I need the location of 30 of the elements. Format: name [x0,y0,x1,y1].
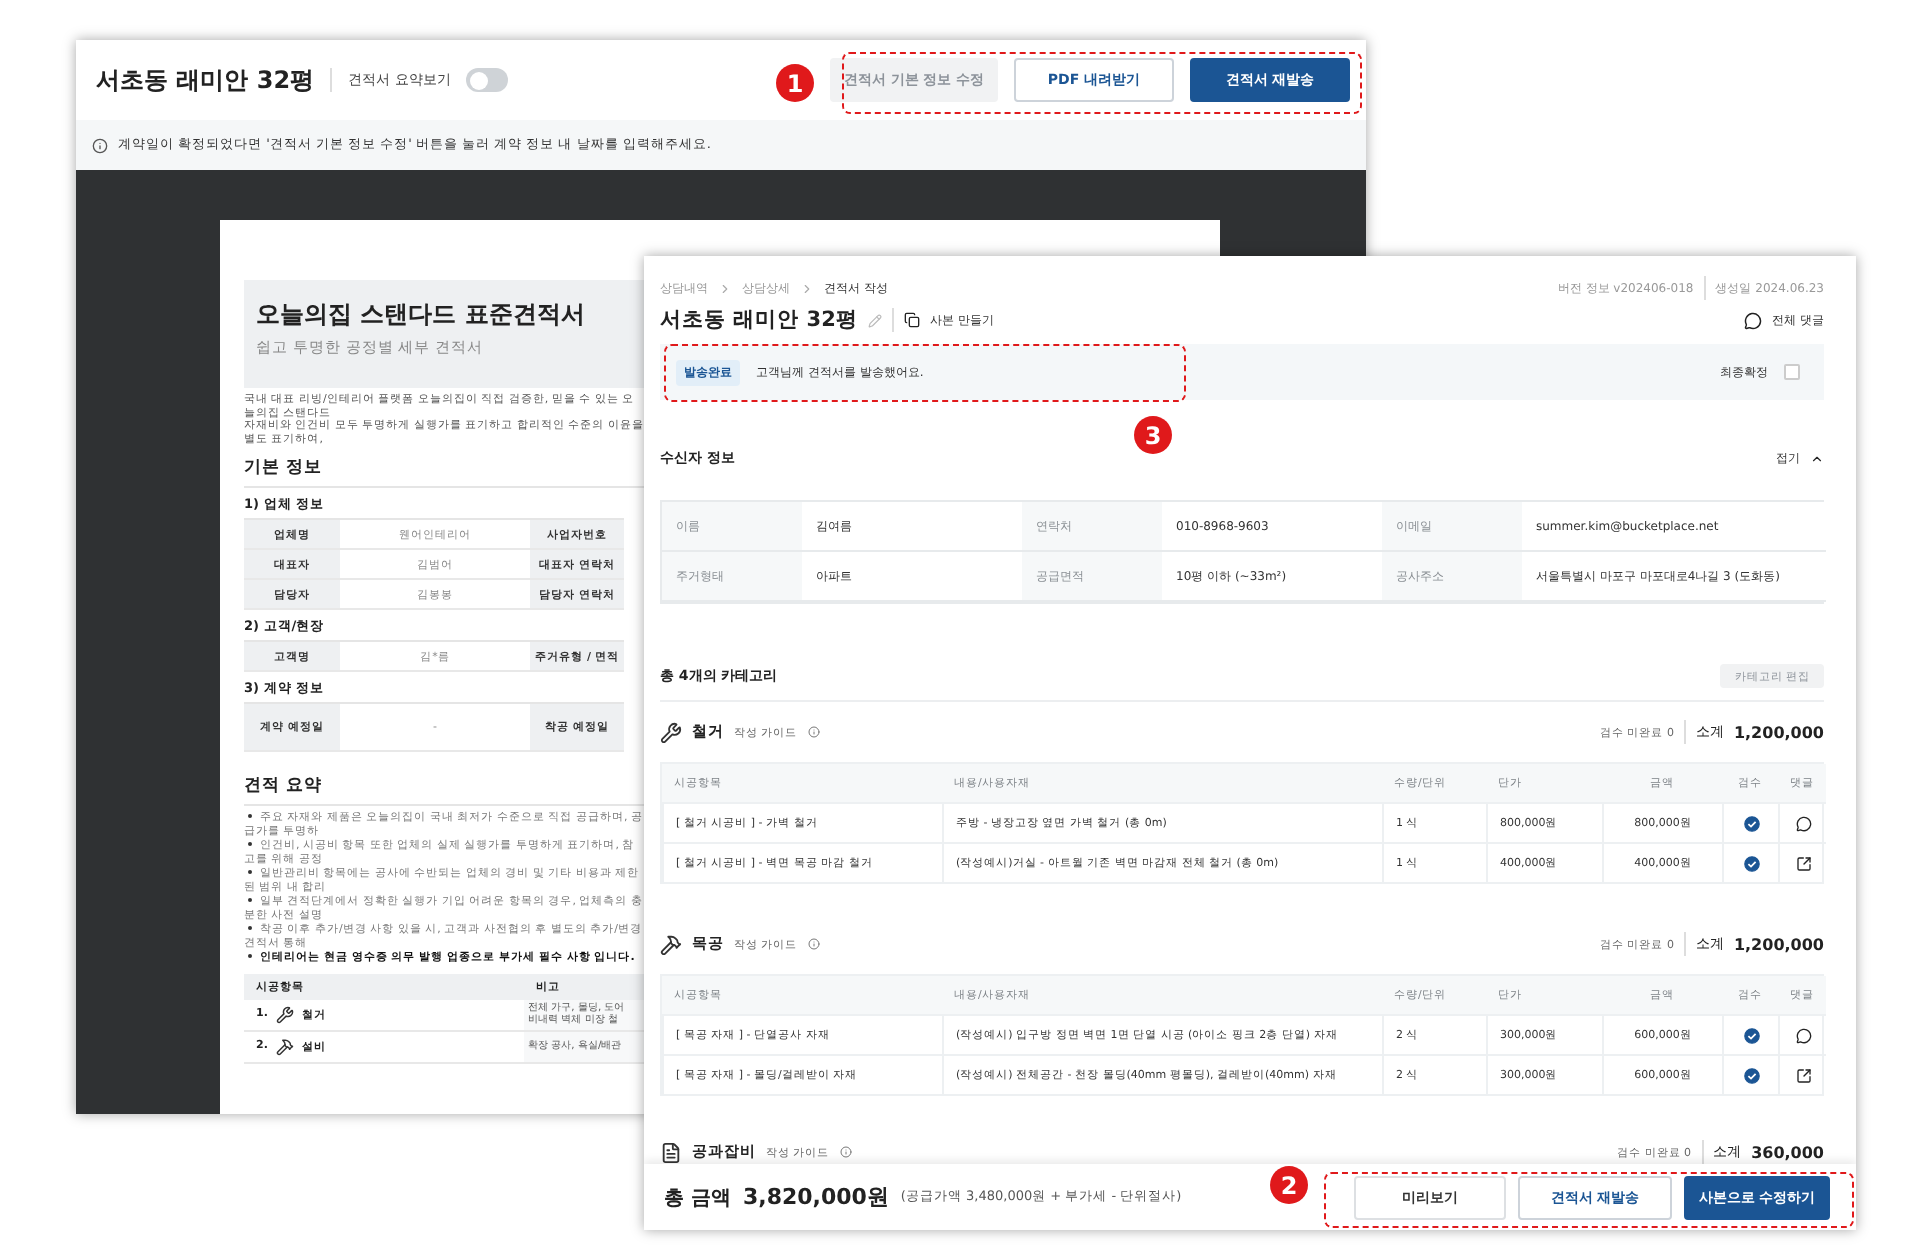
total-amount: 3,820,000원 [742,1182,889,1212]
subtotal-value: 360,000 [1751,1143,1824,1161]
chevron-icon [800,281,814,295]
subtotal-value: 1,200,000 [1733,935,1824,953]
info-icon [807,938,820,950]
quote-title: 서초동 래미안 32평 [660,306,858,334]
copy-icon[interactable] [903,312,920,328]
external-link-icon[interactable] [1795,855,1811,871]
comment-icon[interactable] [1744,311,1763,329]
page-title: 서초동 래미안 32평 [96,63,315,97]
final-checkbox[interactable] [1784,364,1800,380]
wrench-icon [275,1005,294,1023]
chevron-up-icon[interactable] [1810,451,1824,465]
section-heading: 기본 정보 [244,456,324,480]
info-icon [807,726,820,738]
info-icon [839,1146,852,1158]
document-icon [660,1141,682,1163]
hammer-icon [275,1037,294,1055]
comment-icon[interactable] [1795,1027,1811,1043]
section-heading: 견적 요약 [244,774,324,798]
comment-icon[interactable] [1795,815,1811,831]
summary-toggle[interactable] [466,68,509,92]
document-title: 오늘의집 스탠다드 표준견적서 [256,298,585,332]
total-label: 총 금액 [664,1185,731,1211]
hammer-icon [660,933,682,955]
info-icon [92,137,108,153]
wrench-icon [660,721,682,743]
chevron-icon [718,281,732,295]
subtotal-value: 1,200,000 [1733,723,1824,741]
external-link-icon[interactable] [1795,1067,1811,1083]
